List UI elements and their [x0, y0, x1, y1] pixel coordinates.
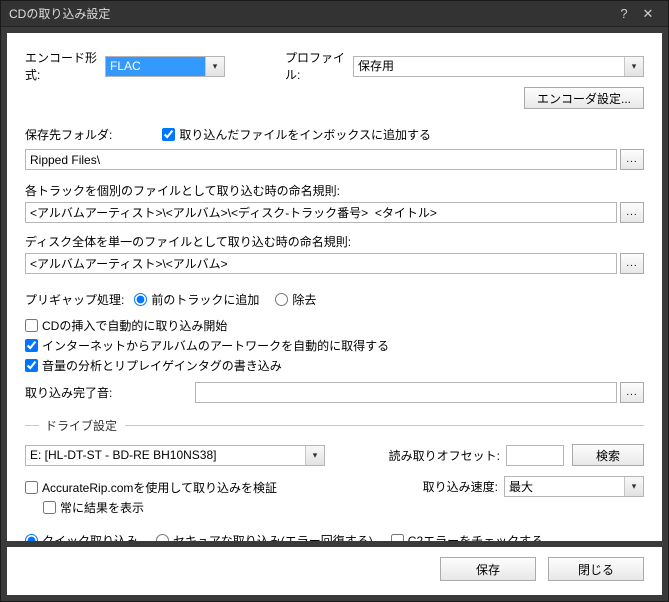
accuraterip-checkbox[interactable]: AccurateRip.comを使用して取り込みを検証	[25, 479, 423, 496]
window-title: CDの取り込み設定	[9, 5, 612, 22]
c2-check-checkbox[interactable]: C2エラーをチェックする	[391, 532, 543, 541]
close-button[interactable]: 閉じる	[548, 557, 644, 581]
profile-label: プロファイル:	[285, 49, 353, 83]
add-to-inbox-input[interactable]	[162, 128, 175, 141]
pregap-label: プリギャップ処理:	[25, 291, 124, 308]
track-naming-input[interactable]	[25, 202, 617, 223]
replaygain-input[interactable]	[25, 359, 38, 372]
pregap-remove-radio[interactable]: 除去	[275, 291, 316, 308]
help-icon[interactable]: ?	[612, 4, 636, 24]
save-folder-browse-button[interactable]: ...	[620, 149, 644, 170]
pregap-remove-input[interactable]	[275, 293, 288, 306]
artwork-checkbox[interactable]: インターネットからアルバムのアートワークを自動的に取得する	[25, 337, 644, 354]
profile-select[interactable]: 保存用	[353, 56, 644, 77]
close-icon[interactable]: ✕	[636, 4, 660, 24]
titlebar: CDの取り込み設定 ? ✕	[1, 1, 668, 27]
quick-rip-label: クイック取り込み	[42, 532, 138, 541]
accuraterip-label: AccurateRip.comを使用して取り込みを検証	[42, 479, 277, 496]
pregap-prev-input[interactable]	[134, 293, 147, 306]
quick-rip-input[interactable]	[25, 534, 38, 541]
secure-rip-input[interactable]	[156, 534, 169, 541]
accuraterip-input[interactable]	[25, 481, 38, 494]
content-area: エンコード形式: FLAC プロファイル: 保存用 エンコーダ設定... 保存先…	[7, 33, 662, 541]
add-to-inbox-checkbox[interactable]: 取り込んだファイルをインボックスに追加する	[162, 126, 431, 143]
complete-sound-browse-button[interactable]: ...	[620, 382, 644, 403]
save-folder-label: 保存先フォルダ:	[25, 126, 112, 143]
auto-rip-label: CDの挿入で自動的に取り込み開始	[42, 317, 227, 334]
artwork-input[interactable]	[25, 339, 38, 352]
disc-naming-input[interactable]	[25, 253, 617, 274]
drive-select[interactable]: E: [HL-DT-ST - BD-RE BH10NS38]	[25, 445, 325, 466]
read-offset-label: 読み取りオフセット:	[389, 447, 500, 464]
artwork-label: インターネットからアルバムのアートワークを自動的に取得する	[42, 337, 389, 354]
encode-format-select[interactable]: FLAC	[105, 56, 225, 77]
pregap-prev-radio[interactable]: 前のトラックに追加	[134, 291, 259, 308]
always-show-input[interactable]	[43, 501, 56, 514]
always-show-label: 常に結果を表示	[60, 499, 144, 516]
c2-check-input[interactable]	[391, 534, 404, 541]
rip-speed-select[interactable]: 最大	[504, 476, 644, 497]
rip-speed-label: 取り込み速度:	[423, 478, 498, 495]
footer: 保存 閉じる	[7, 547, 662, 595]
replaygain-checkbox[interactable]: 音量の分析とリプレイゲインタグの書き込み	[25, 357, 644, 374]
always-show-checkbox[interactable]: 常に結果を表示	[43, 499, 423, 516]
secure-rip-label: セキュアな取り込み(エラー回復する)	[173, 532, 373, 541]
read-offset-input[interactable]	[506, 445, 564, 466]
search-offset-button[interactable]: 検索	[572, 444, 644, 466]
drive-section-title: ドライブ設定	[45, 417, 117, 434]
c2-check-label: C2エラーをチェックする	[408, 532, 543, 541]
replaygain-label: 音量の分析とリプレイゲインタグの書き込み	[42, 357, 282, 374]
encoder-settings-button[interactable]: エンコーダ設定...	[524, 87, 644, 109]
auto-rip-input[interactable]	[25, 319, 38, 332]
encode-format-label: エンコード形式:	[25, 49, 105, 83]
track-naming-label: 各トラックを個別のファイルとして取り込む時の命名規則:	[25, 182, 644, 199]
track-naming-browse-button[interactable]: ...	[620, 202, 644, 223]
disc-naming-browse-button[interactable]: ...	[620, 253, 644, 274]
complete-sound-input[interactable]	[195, 382, 617, 403]
save-folder-input[interactable]	[25, 149, 617, 170]
secure-rip-radio[interactable]: セキュアな取り込み(エラー回復する)	[156, 532, 373, 541]
quick-rip-radio[interactable]: クイック取り込み	[25, 532, 138, 541]
pregap-prev-label: 前のトラックに追加	[151, 291, 259, 308]
disc-naming-label: ディスク全体を単一のファイルとして取り込む時の命名規則:	[25, 233, 644, 250]
complete-sound-label: 取り込み完了音:	[25, 384, 195, 401]
drive-section-header: ドライブ設定	[25, 417, 644, 434]
pregap-remove-label: 除去	[292, 291, 316, 308]
auto-rip-checkbox[interactable]: CDの挿入で自動的に取り込み開始	[25, 317, 644, 334]
add-to-inbox-label: 取り込んだファイルをインボックスに追加する	[179, 126, 431, 143]
save-button[interactable]: 保存	[440, 557, 536, 581]
